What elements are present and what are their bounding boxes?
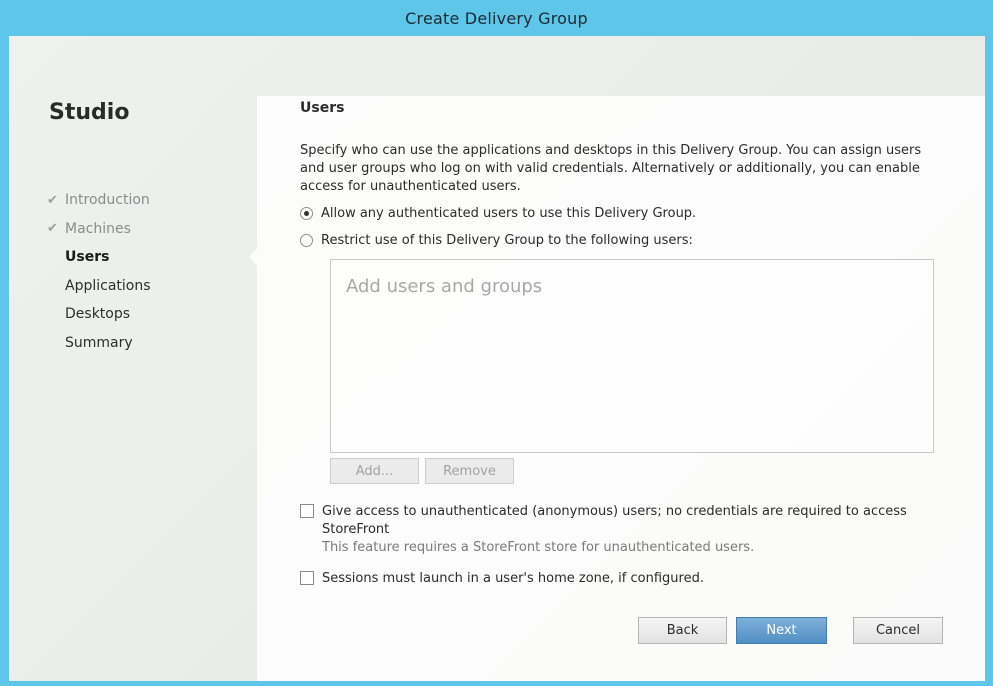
wizard-window: Studio ✔ Introduction ✔ Machines Users A… bbox=[9, 36, 985, 681]
step-label: Summary bbox=[65, 334, 133, 351]
anonymous-access-option[interactable]: Give access to unauthenticated (anonymou… bbox=[300, 503, 940, 557]
allow-authenticated-radio[interactable] bbox=[300, 207, 313, 220]
anonymous-access-note: This feature requires a StoreFront store… bbox=[322, 540, 755, 555]
users-list-box[interactable]: Add users and groups bbox=[330, 259, 934, 453]
section-description: Specify who can use the applications and… bbox=[300, 143, 922, 194]
step-label: Introduction bbox=[65, 192, 150, 209]
step-applications: Applications bbox=[47, 272, 151, 301]
home-zone-checkbox[interactable] bbox=[300, 571, 314, 585]
anonymous-access-label: Give access to unauthenticated (anonymou… bbox=[322, 504, 907, 537]
step-introduction: ✔ Introduction bbox=[47, 186, 151, 215]
home-zone-label: Sessions must launch in a user's home zo… bbox=[322, 571, 704, 586]
step-label: Applications bbox=[65, 277, 151, 294]
checkmark-icon: ✔ bbox=[47, 192, 58, 208]
next-button[interactable]: Next bbox=[736, 617, 827, 644]
window-title: Create Delivery Group bbox=[405, 8, 588, 28]
back-button[interactable]: Back bbox=[638, 617, 727, 644]
step-desktops: Desktops bbox=[47, 300, 151, 329]
restrict-users-radio[interactable] bbox=[300, 234, 313, 247]
restrict-users-label: Restrict use of this Delivery Group to t… bbox=[321, 233, 693, 248]
home-zone-option[interactable]: Sessions must launch in a user's home zo… bbox=[300, 570, 704, 588]
step-summary: Summary bbox=[47, 329, 151, 358]
restrict-users-option[interactable]: Restrict use of this Delivery Group to t… bbox=[300, 233, 693, 248]
users-list-placeholder: Add users and groups bbox=[346, 276, 543, 297]
section-title: Users bbox=[300, 100, 345, 116]
cancel-button[interactable]: Cancel bbox=[853, 617, 943, 644]
step-users: Users bbox=[47, 243, 151, 272]
allow-authenticated-label: Allow any authenticated users to use thi… bbox=[321, 206, 697, 221]
step-label: Users bbox=[65, 249, 110, 266]
studio-brand: Studio bbox=[49, 100, 130, 125]
wizard-content-panel: Users Specify who can use the applicatio… bbox=[249, 96, 985, 681]
wizard-sidebar: Studio ✔ Introduction ✔ Machines Users A… bbox=[9, 36, 257, 681]
anonymous-access-checkbox[interactable] bbox=[300, 504, 314, 518]
step-machines: ✔ Machines bbox=[47, 215, 151, 244]
checkmark-icon: ✔ bbox=[47, 221, 58, 237]
allow-authenticated-option[interactable]: Allow any authenticated users to use thi… bbox=[300, 206, 696, 221]
wizard-steps: ✔ Introduction ✔ Machines Users Applicat… bbox=[47, 186, 151, 357]
anonymous-access-text: Give access to unauthenticated (anonymou… bbox=[322, 503, 940, 557]
window-title-bar[interactable]: Create Delivery Group bbox=[0, 0, 993, 36]
remove-user-button[interactable]: Remove bbox=[425, 458, 514, 484]
add-user-button[interactable]: Add... bbox=[330, 458, 419, 484]
step-label: Machines bbox=[65, 220, 131, 237]
step-label: Desktops bbox=[65, 306, 131, 323]
